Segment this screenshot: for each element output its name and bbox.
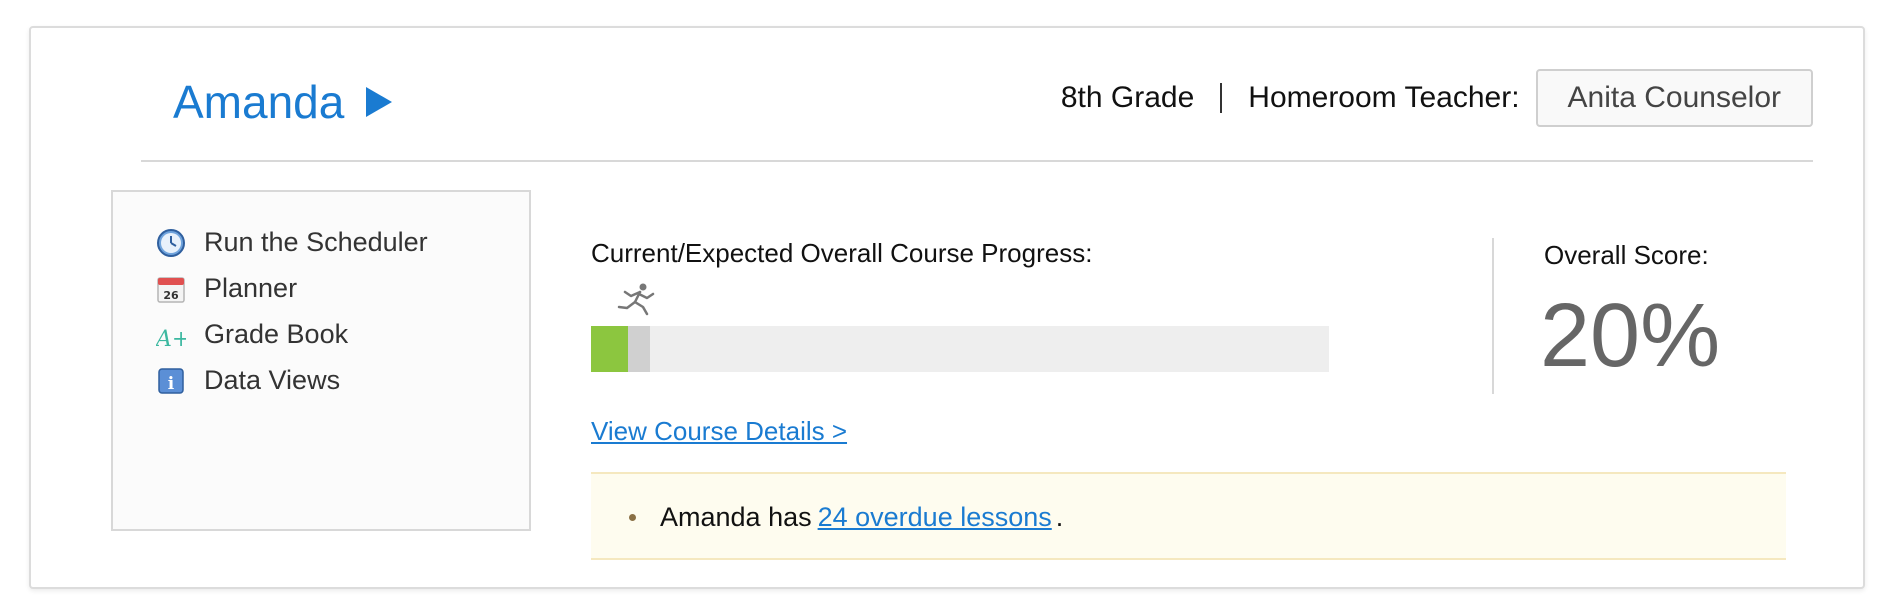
sidebar-item-run-scheduler[interactable]: Run the Scheduler (156, 227, 428, 258)
play-icon[interactable] (366, 87, 393, 117)
view-course-details-link[interactable]: View Course Details > (591, 416, 847, 447)
overall-score-label: Overall Score: (1544, 240, 1709, 270)
homeroom-teacher-button[interactable]: Anita Counselor (1535, 69, 1813, 127)
score-divider (1492, 238, 1494, 394)
alert-item: Amanda has 24 overdue lessons . (629, 502, 1063, 533)
student-actions-sidebar: Run the Scheduler 26 Planner A+ Grade Bo… (111, 190, 531, 531)
grade-level: 8th Grade (1060, 81, 1195, 114)
student-card: Amanda 8th Grade Homeroom Teacher: Anita… (29, 26, 1865, 589)
clock-icon (156, 228, 186, 258)
student-name[interactable]: Amanda (173, 74, 344, 130)
overall-score-value: 20% (1540, 286, 1721, 386)
current-progress-fill (591, 326, 628, 372)
student-name-link[interactable]: Amanda (173, 74, 393, 130)
svg-text:i: i (168, 374, 175, 394)
runner-icon (617, 283, 655, 316)
sidebar-item-planner[interactable]: 26 Planner (156, 273, 297, 304)
calendar-icon: 26 (156, 274, 186, 304)
student-header: Amanda 8th Grade Homeroom Teacher: Anita… (141, 28, 1813, 162)
svg-text:26: 26 (163, 289, 179, 302)
sidebar-item-label: Run the Scheduler (204, 227, 428, 257)
bullet-icon (629, 514, 636, 521)
alert-suffix: . (1055, 502, 1064, 532)
sidebar-item-grade-book[interactable]: A+ Grade Book (156, 319, 348, 350)
progress-label: Current/Expected Overall Course Progress… (591, 238, 1093, 268)
overdue-alert: Amanda has 24 overdue lessons . (591, 472, 1786, 560)
svg-text:A+: A+ (156, 327, 186, 350)
info-icon: i (156, 366, 186, 396)
student-info: 8th Grade Homeroom Teacher: Anita Counse… (1061, 68, 1813, 128)
homeroom-teacher-label: Homeroom Teacher: (1248, 81, 1520, 114)
grade-aplus-icon: A+ (156, 320, 186, 350)
sidebar-item-label: Planner (204, 273, 298, 303)
overdue-lessons-link[interactable]: 24 overdue lessons (818, 502, 1052, 533)
sidebar-item-label: Data Views (204, 365, 341, 395)
sidebar-item-label: Grade Book (204, 319, 349, 349)
sidebar-item-data-views[interactable]: i Data Views (156, 365, 340, 396)
alert-prefix: Amanda has (660, 502, 812, 532)
course-progress-bar (591, 326, 1329, 372)
